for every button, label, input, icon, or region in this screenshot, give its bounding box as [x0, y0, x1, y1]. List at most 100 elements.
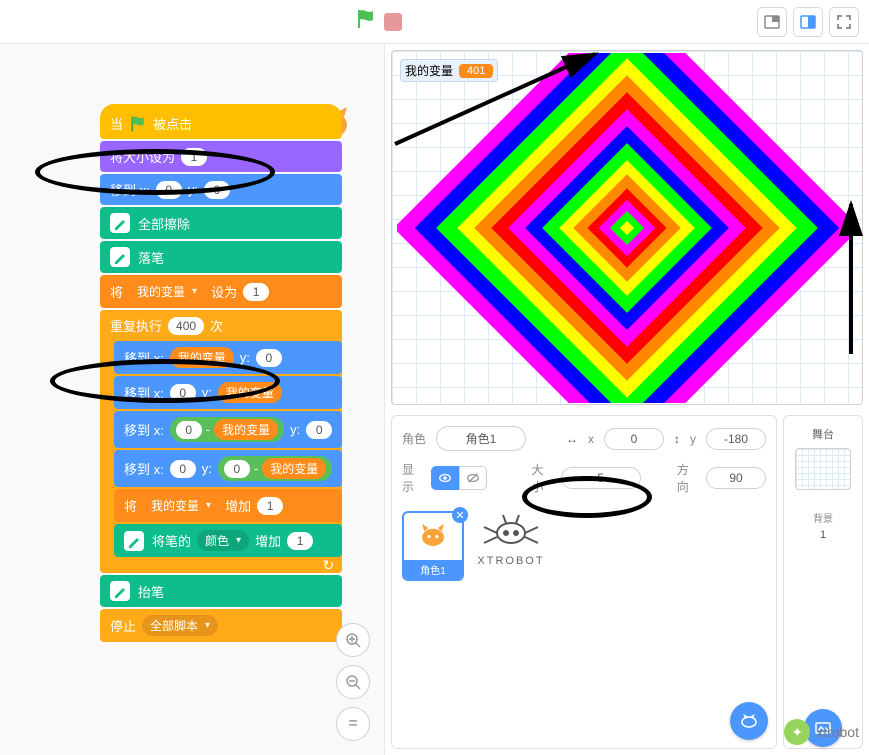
block-input[interactable]: 0 — [176, 421, 202, 439]
variable-dropdown[interactable]: 我的变量 — [129, 281, 205, 302]
add-sprite-button[interactable] — [730, 702, 768, 740]
block-change-variable[interactable]: 将 我的变量 增加 1 — [114, 489, 342, 522]
large-stage-button[interactable] — [793, 7, 823, 37]
top-bar — [0, 0, 869, 44]
stage-selector-panel[interactable]: 舞台 背景 1 — [783, 415, 863, 749]
block-text: 次 — [210, 316, 223, 335]
block-text: 移到 x: — [124, 459, 164, 478]
variable-dropdown[interactable]: 我的变量 — [143, 495, 219, 516]
backdrop-count: 1 — [820, 529, 826, 541]
view-mode-buttons — [757, 7, 869, 37]
block-erase-all[interactable]: 全部擦除 — [100, 207, 342, 239]
block-text: 当 — [110, 114, 123, 133]
stop-dropdown[interactable]: 全部脚本 — [142, 615, 218, 636]
block-text: 设为 — [211, 282, 237, 301]
fullscreen-button[interactable] — [829, 7, 859, 37]
show-button[interactable] — [431, 466, 459, 490]
block-input[interactable]: 0 — [224, 460, 250, 478]
small-stage-button[interactable] — [757, 7, 787, 37]
block-set-size[interactable]: 将大小设为 1 — [100, 141, 342, 172]
zoom-in-button[interactable] — [336, 623, 370, 657]
block-text: y: — [240, 350, 250, 365]
block-text: 增加 — [225, 496, 251, 515]
block-goto-xy[interactable]: 移到 x: 0 y: 0 - 我的变量 — [114, 450, 342, 487]
delete-sprite-icon[interactable]: ✕ — [452, 507, 468, 523]
block-text: 移到 x: — [124, 348, 164, 367]
sprite-x-input[interactable]: 0 — [604, 428, 664, 450]
block-input[interactable]: 0 — [256, 349, 282, 367]
block-pen-up[interactable]: 抬笔 — [100, 575, 342, 607]
block-text: 停止 — [110, 616, 136, 635]
watermark: ✦ xtrobot — [784, 719, 859, 745]
block-text: 增加 — [255, 531, 281, 550]
block-change-pen-color[interactable]: 将笔的 颜色 增加 1 — [114, 524, 342, 557]
block-text: 将大小设为 — [110, 147, 175, 166]
block-text: 将 — [124, 496, 137, 515]
label: 方向 — [677, 461, 696, 495]
annotation-arrow — [811, 194, 869, 369]
sprite-size-input[interactable]: 5 — [561, 467, 641, 489]
block-text: 移到 x: — [124, 383, 164, 402]
block-stack[interactable]: 当 被点击 将大小设为 1 移到 x: 0 y: 0 全部擦除 落笔 — [100, 104, 342, 644]
sprite-direction-input[interactable]: 90 — [706, 467, 766, 489]
workspace-zoom-controls: = — [336, 623, 370, 741]
xy-icon: ↔ — [566, 432, 578, 446]
block-text: 重复执行 — [110, 316, 162, 335]
block-input[interactable]: 1 — [181, 148, 207, 166]
block-text: 将 — [110, 282, 123, 301]
xtrobot-logo: XTROBOT — [476, 511, 546, 567]
block-pen-down[interactable]: 落笔 — [100, 241, 342, 273]
operator-subtract[interactable]: 0 - 我的变量 — [218, 456, 332, 481]
minus-icon: - — [206, 422, 210, 437]
sprite-y-input[interactable]: -180 — [706, 428, 766, 450]
block-when-flag-clicked[interactable]: 当 被点击 — [100, 104, 342, 139]
block-input[interactable]: 400 — [168, 317, 204, 335]
variable-reporter[interactable]: 我的变量 — [170, 347, 234, 368]
block-goto-xy[interactable]: 移到 x: 0 y: 我的变量 — [114, 376, 342, 409]
annotation-arrow — [385, 44, 865, 159]
pen-color-dropdown[interactable]: 颜色 — [197, 530, 249, 551]
block-input[interactable]: 0 — [306, 421, 332, 439]
stop-icon[interactable] — [384, 13, 402, 31]
variable-reporter[interactable]: 我的变量 — [214, 419, 278, 440]
sprite-thumbnail[interactable]: ✕ 角色1 — [402, 511, 464, 581]
variable-reporter[interactable]: 我的变量 — [218, 382, 282, 403]
label: y — [690, 432, 696, 446]
block-repeat[interactable]: 重复执行 400 次 移到 x: 我的变量 y: 0 移到 x: 0 y: — [100, 310, 342, 573]
block-input[interactable]: 0 — [170, 460, 196, 478]
watermark-text: xtrobot — [816, 724, 859, 740]
zoom-reset-button[interactable]: = — [336, 707, 370, 741]
green-flag-icon[interactable] — [356, 8, 376, 35]
block-input[interactable]: 0 — [156, 181, 182, 199]
block-input[interactable]: 1 — [257, 497, 283, 515]
variable-reporter[interactable]: 我的变量 — [262, 458, 326, 479]
label: x — [588, 432, 594, 446]
label: 显示 — [402, 461, 421, 495]
wechat-icon: ✦ — [784, 719, 810, 745]
block-text: 被点击 — [153, 114, 192, 133]
block-input[interactable]: 1 — [243, 283, 269, 301]
block-set-variable[interactable]: 将 我的变量 设为 1 — [100, 275, 342, 308]
block-stop[interactable]: 停止 全部脚本 — [100, 609, 342, 642]
pen-icon — [124, 531, 144, 551]
block-input[interactable]: 1 — [287, 532, 313, 550]
block-text: 移到 x: — [110, 180, 150, 199]
block-text: 抬笔 — [138, 582, 164, 601]
pen-icon — [110, 213, 130, 233]
label: 大小 — [531, 461, 550, 495]
block-goto-xy[interactable]: 移到 x: 我的变量 y: 0 — [114, 341, 342, 374]
script-area[interactable]: 当 被点击 将大小设为 1 移到 x: 0 y: 0 全部擦除 落笔 — [0, 44, 385, 755]
zoom-out-button[interactable] — [336, 665, 370, 699]
minus-icon: - — [254, 461, 258, 476]
block-text: y: — [290, 422, 300, 437]
block-input[interactable]: 0 — [204, 181, 230, 199]
block-goto-xy[interactable]: 移到 x: 0 y: 0 — [100, 174, 342, 205]
block-goto-xy[interactable]: 移到 x: 0 - 我的变量 y: 0 — [114, 411, 342, 448]
pen-icon — [110, 581, 130, 601]
block-input[interactable]: 0 — [170, 384, 196, 402]
stage-thumbnail[interactable] — [795, 448, 851, 490]
operator-subtract[interactable]: 0 - 我的变量 — [170, 417, 284, 442]
block-text: y: — [188, 182, 198, 197]
sprite-name-input[interactable]: 角色1 — [436, 426, 526, 451]
hide-button[interactable] — [459, 466, 487, 490]
